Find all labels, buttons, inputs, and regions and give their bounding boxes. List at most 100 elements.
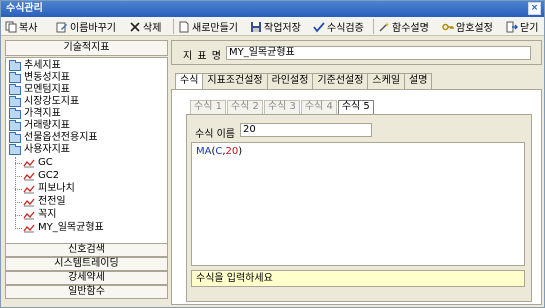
window-close-button[interactable]: × xyxy=(528,2,541,15)
save-button[interactable]: 작업저장 xyxy=(250,19,301,34)
indicator-name-box: 지 표 명 MY_일목균형표 xyxy=(171,40,542,65)
tree-item-label: 피보나치 xyxy=(38,183,75,194)
password-label: 암호설정 xyxy=(456,23,493,34)
function-help-label: 함수설명 xyxy=(392,23,429,34)
tab-description[interactable]: 설명 xyxy=(404,73,433,89)
line-chart-icon xyxy=(23,198,35,207)
formula-hint-bar: 수식을 입력하세요 xyxy=(191,270,525,287)
subtab-formula-1[interactable]: 수식 1 xyxy=(190,100,226,114)
rename-button[interactable]: 이름바꾸기 xyxy=(56,19,116,34)
tree-folder[interactable]: 변동성지표 xyxy=(9,71,70,84)
tree-folder-label: 추세지표 xyxy=(24,60,61,71)
tree-item[interactable]: 꼭지 xyxy=(23,209,56,221)
code-number: 20 xyxy=(225,146,239,157)
tree-folder-label: 거래량지표 xyxy=(24,120,70,131)
line-chart-icon xyxy=(23,211,35,220)
title-bar[interactable]: 수식관리 × xyxy=(1,1,544,17)
key-icon xyxy=(442,21,454,33)
tree-connector xyxy=(15,189,22,190)
rename-label: 이름바꾸기 xyxy=(70,23,116,34)
tree-folder-label: 시장강도지표 xyxy=(24,96,80,107)
subtab-formula-3[interactable]: 수식 3 xyxy=(263,100,300,114)
formula-subtabs: 수식 1 수식 2 수식 3 수식 4 수식 5 xyxy=(190,100,375,114)
delete-label: 삭제 xyxy=(143,23,162,34)
subtab-formula-5[interactable]: 수식 5 xyxy=(337,100,374,114)
formula-editor-group: 수식 이름 20 MA(C,20) 수식을 입력하세요 xyxy=(186,114,532,302)
formula-name-input[interactable]: 20 xyxy=(240,123,372,137)
code-paren: ) xyxy=(238,146,243,157)
toolbar-separator xyxy=(373,19,374,34)
tree-item[interactable]: 피보나치 xyxy=(23,183,75,195)
tree-connector xyxy=(15,228,22,229)
formula-code-editor[interactable]: MA(C,20) xyxy=(191,142,525,266)
subtab-formula-4[interactable]: 수식 4 xyxy=(300,100,337,114)
copy-label: 복사 xyxy=(19,23,38,34)
tree-folder-label: 모멘텀지표 xyxy=(24,84,70,95)
tab-scale[interactable]: 스케일 xyxy=(367,73,406,89)
tree-item-label: 꼭지 xyxy=(38,209,57,220)
toolbar: 복사 이름바꾸기 삭제 새로만들기 작업저장 수식검증 함수설명 암호설정 닫기 xyxy=(1,17,544,36)
tab-baseline-settings[interactable]: 기준선설정 xyxy=(312,73,369,89)
tree-folder[interactable]: 모멘텀지표 xyxy=(9,83,70,96)
strength-weakness-button[interactable]: 강세약세 xyxy=(5,271,168,285)
signal-search-button[interactable]: 신호검색 xyxy=(5,243,168,257)
folder-icon xyxy=(9,83,21,95)
tree-folder[interactable]: 추세지표 xyxy=(9,59,61,72)
close-button[interactable]: 닫기 xyxy=(506,19,538,34)
line-chart-icon xyxy=(23,185,35,194)
folder-icon xyxy=(9,95,21,107)
delete-button[interactable]: 삭제 xyxy=(129,19,161,34)
tree-folder[interactable]: 시장강도지표 xyxy=(9,95,80,108)
tab-line-settings[interactable]: 라인설정 xyxy=(266,73,314,89)
tree-folder-label: 변동성지표 xyxy=(24,72,70,83)
password-button[interactable]: 암호설정 xyxy=(442,19,493,34)
editor-panel: 지 표 명 MY_일목균형표 수식 지표조건설정 라인설정 기준선설정 스케일 … xyxy=(171,40,542,305)
line-chart-icon xyxy=(23,172,35,181)
tree-connector xyxy=(15,176,22,177)
verify-button[interactable]: 수식검증 xyxy=(313,19,364,34)
new-document-icon xyxy=(178,21,190,33)
line-chart-icon xyxy=(23,224,35,233)
subtab-formula-2[interactable]: 수식 2 xyxy=(226,100,263,114)
tab-formula[interactable]: 수식 xyxy=(175,73,204,90)
tree-item-label: GC2 xyxy=(38,170,60,181)
folder-open-icon xyxy=(9,143,21,155)
tree-item-label: 전전일 xyxy=(38,196,66,207)
tab-indicator-condition[interactable]: 지표조건설정 xyxy=(202,73,268,89)
tree-item[interactable]: GC2 xyxy=(23,170,59,182)
tree-item-selected[interactable]: MY_일목균형표 xyxy=(23,222,104,234)
tree-folder-label: 가격지표 xyxy=(24,108,61,119)
tree-folder-user[interactable]: 사용자지표 xyxy=(9,143,70,156)
rename-icon xyxy=(56,21,68,33)
tree-item[interactable]: GC xyxy=(23,157,53,169)
tree-folder-label: 사용자지표 xyxy=(24,144,70,155)
save-icon xyxy=(250,21,262,33)
formula-manager-window: 수식관리 × 복사 이름바꾸기 삭제 새로만들기 작업저장 수식검증 함수설명 … xyxy=(0,0,545,308)
technical-indicators-header[interactable]: 기술적지표 xyxy=(5,40,168,56)
line-chart-icon xyxy=(23,159,35,168)
tree-folder[interactable]: 거래량지표 xyxy=(9,119,70,132)
system-trading-button[interactable]: 시스템트레이딩 xyxy=(5,257,168,271)
tree-folder[interactable]: 가격지표 xyxy=(9,107,61,120)
delete-icon xyxy=(129,21,141,33)
code-function: MA xyxy=(196,146,212,157)
verify-label: 수식검증 xyxy=(327,23,364,34)
tree-item[interactable]: 전전일 xyxy=(23,196,66,208)
save-label: 작업저장 xyxy=(264,23,301,34)
tree-item-label: GC xyxy=(38,157,53,168)
tree-folder[interactable]: 선물옵션전용지표 xyxy=(9,131,98,144)
tree-folder-label: 선물옵션전용지표 xyxy=(24,132,98,143)
folder-icon xyxy=(9,107,21,119)
copy-button[interactable]: 복사 xyxy=(5,19,37,34)
indicator-name-label: 지 표 명 xyxy=(183,51,222,62)
tree-connector xyxy=(15,215,22,216)
folder-icon xyxy=(9,59,21,71)
new-button[interactable]: 새로만들기 xyxy=(178,19,238,34)
checkmark-icon xyxy=(313,21,325,33)
copy-icon xyxy=(5,21,17,33)
tree-connector xyxy=(15,202,22,203)
tree-connector xyxy=(15,157,16,229)
general-functions-button[interactable]: 일반함수 xyxy=(5,285,168,299)
function-help-button[interactable]: 함수설명 xyxy=(378,19,429,34)
indicator-name-field[interactable]: MY_일목균형표 xyxy=(226,46,531,60)
